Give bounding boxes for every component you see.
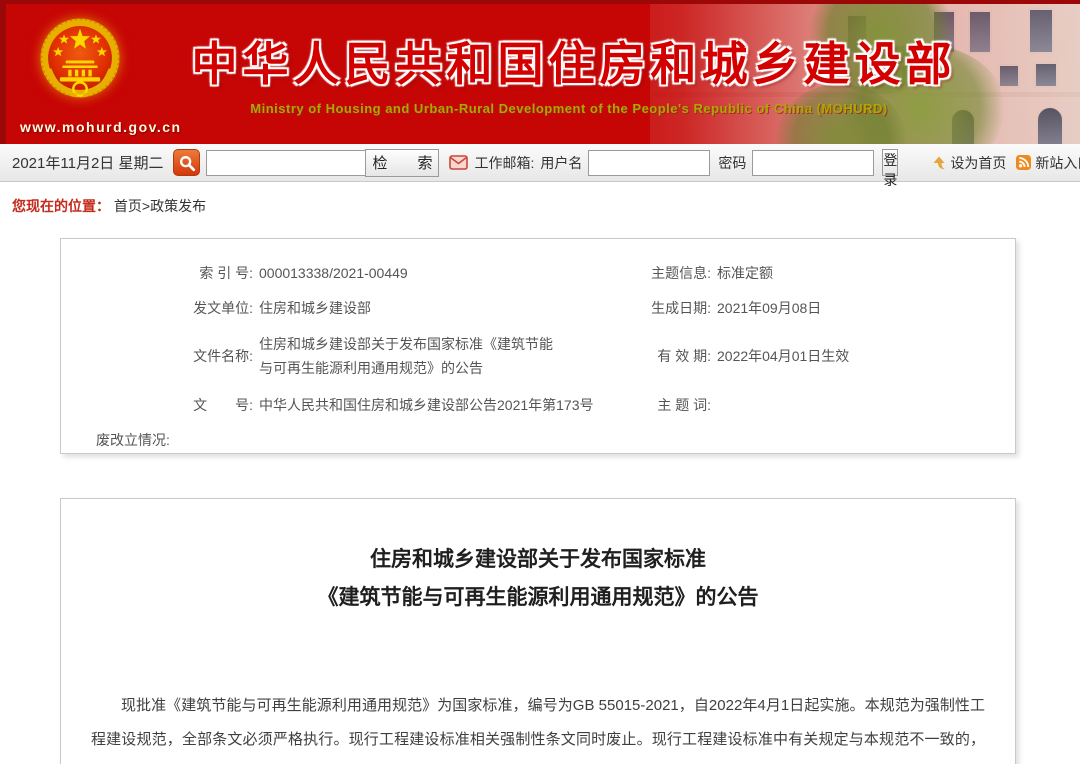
- meta-row-topic-info: 主题信息: 标准定额: [621, 255, 1001, 290]
- rss-icon: [1016, 155, 1031, 170]
- announcement-title-line1: 住房和城乡建设部关于发布国家标准: [61, 541, 1015, 579]
- announcement-title: 住房和城乡建设部关于发布国家标准 《建筑节能与可再生能源利用通用规范》的公告: [61, 541, 1015, 617]
- mail-icon: [449, 155, 468, 170]
- breadcrumb-trail[interactable]: 首页>政策发布: [114, 198, 206, 214]
- meta-row-issuing-unit: 发文单位: 住房和城乡建设部: [61, 290, 621, 325]
- new-site-link[interactable]: 新站入口: [1016, 153, 1080, 173]
- national-emblem-icon: [38, 10, 122, 116]
- breadcrumb-label: 您现在的位置：: [12, 198, 110, 214]
- username-label: 用户名: [540, 153, 582, 173]
- meta-row-repeal-status: 废改立情况:: [61, 422, 621, 457]
- login-button[interactable]: 登录: [882, 149, 898, 176]
- password-label: 密码: [718, 153, 746, 173]
- password-input[interactable]: [752, 150, 874, 176]
- site-header: www.mohurd.gov.cn 中华人民共和国住房和城乡建设部 Minist…: [0, 0, 1080, 144]
- meta-row-index-number: 索 引 号: 000013338/2021-00449: [61, 255, 621, 290]
- search-button[interactable]: 检 索: [365, 149, 439, 177]
- meta-row-keywords: 主 题 词:: [621, 387, 1001, 422]
- site-url: www.mohurd.gov.cn: [20, 119, 182, 135]
- set-home-link[interactable]: 设为首页: [932, 153, 1006, 173]
- document-meta-box: 索 引 号: 000013338/2021-00449 发文单位: 住房和城乡建…: [60, 238, 1016, 454]
- meta-row-valid-date: 有 效 期: 2022年04月01日生效: [621, 325, 1001, 387]
- up-arrow-icon: [932, 156, 946, 170]
- site-subtitle-en: Ministry of Housing and Urban-Rural Deve…: [174, 101, 964, 116]
- announcement-body: 现批准《建筑节能与可再生能源利用通用规范》为国家标准，编号为GB 55015-2…: [91, 689, 985, 764]
- date-text: 2021年11月2日 星期二: [12, 152, 163, 173]
- announcement-box: 住房和城乡建设部关于发布国家标准 《建筑节能与可再生能源利用通用规范》的公告 现…: [60, 498, 1016, 764]
- magnifier-icon: [178, 154, 196, 172]
- meta-row-doc-number: 文 号: 中华人民共和国住房和城乡建设部公告2021年第173号: [61, 387, 621, 422]
- toolbar: 2021年11月2日 星期二 检 索 工作邮箱: 用户名 密码 登录: [0, 144, 1080, 182]
- meta-column-left: 索 引 号: 000013338/2021-00449 发文单位: 住房和城乡建…: [61, 255, 621, 453]
- meta-row-generate-date: 生成日期: 2021年09月08日: [621, 290, 1001, 325]
- mail-label: 工作邮箱:: [474, 153, 534, 173]
- username-input[interactable]: [588, 150, 710, 176]
- breadcrumb: 您现在的位置： 首页>政策发布: [12, 196, 206, 216]
- page: www.mohurd.gov.cn 中华人民共和国住房和城乡建设部 Minist…: [0, 0, 1080, 764]
- search-icon-button[interactable]: [173, 149, 200, 176]
- meta-row-file-name: 文件名称: 住房和城乡建设部关于发布国家标准《建筑节能与可再生能源利用通用规范》…: [61, 325, 621, 387]
- site-title: 中华人民共和国住房和城乡建设部: [174, 28, 974, 94]
- announcement-title-line2: 《建筑节能与可再生能源利用通用规范》的公告: [61, 579, 1015, 617]
- meta-column-right: 主题信息: 标准定额 生成日期: 2021年09月08日 有 效 期: 2022…: [621, 255, 1001, 453]
- search-input[interactable]: [206, 150, 366, 176]
